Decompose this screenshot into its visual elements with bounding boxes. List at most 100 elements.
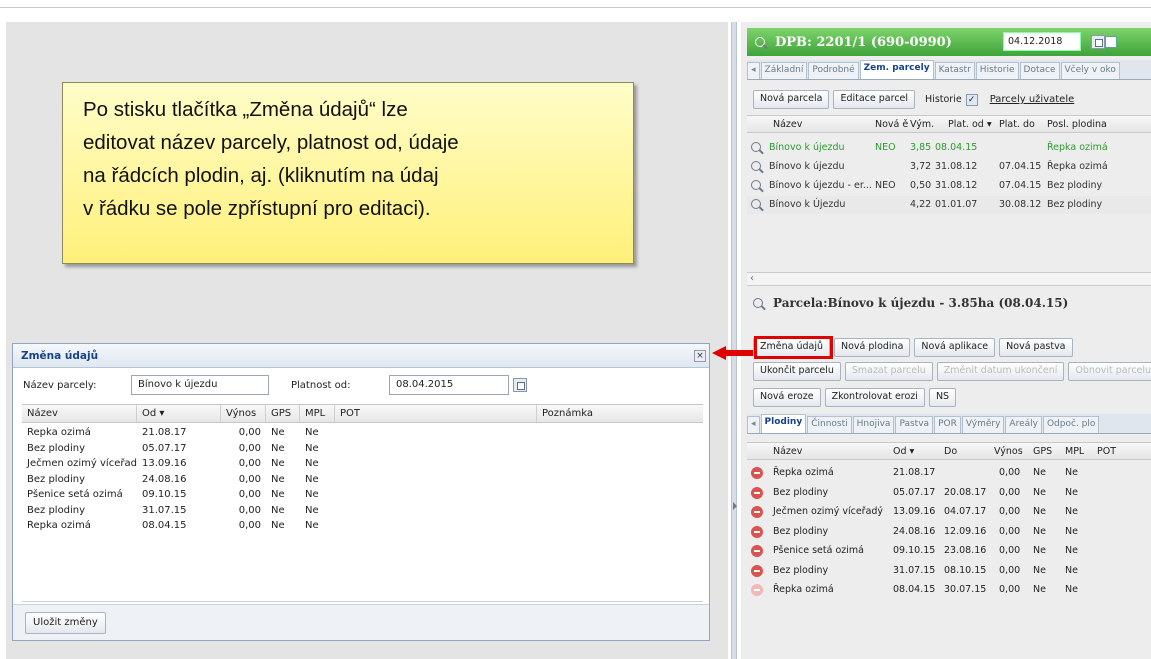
panel-splitter[interactable] <box>731 22 737 659</box>
table-cell[interactable]: Ne <box>300 474 335 485</box>
table-cell[interactable]: 0,00 <box>221 458 266 469</box>
table-cell[interactable]: 13.09.16 <box>137 458 221 469</box>
new-crop-button[interactable]: Nová plodina <box>834 338 911 357</box>
edit-parcels-button[interactable]: Editace parcel <box>833 90 916 109</box>
tab-scroll-left-icon[interactable]: ◂ <box>747 416 760 433</box>
col-header[interactable]: Vým. <box>910 119 934 130</box>
search-icon[interactable] <box>751 161 761 171</box>
close-icon[interactable]: × <box>694 350 706 362</box>
table-cell[interactable]: Ne <box>300 520 335 531</box>
col-header[interactable]: Od ▾ <box>137 405 221 423</box>
search-icon[interactable] <box>751 180 761 190</box>
valid-from-input[interactable]: 08.04.2015 <box>389 375 509 395</box>
table-row[interactable]: Ječmen ozimý víceřadý 13.09.16 0,00 Ne Ne <box>22 456 703 472</box>
search-icon[interactable] <box>755 37 765 47</box>
tab[interactable]: Výměry <box>961 416 1005 433</box>
col-header[interactable]: Posl. plodina <box>1047 119 1107 130</box>
search-icon[interactable] <box>753 298 763 308</box>
parcel-name-input[interactable]: Bínovo k újezdu <box>131 375 269 395</box>
table-cell[interactable]: Řepka ozimá <box>22 427 137 438</box>
new-parcel-button[interactable]: Nová parcela <box>753 90 830 109</box>
table-cell[interactable]: 0,00 <box>221 474 266 485</box>
col-header[interactable]: POT <box>1097 446 1116 457</box>
tab[interactable]: Včely v oko <box>1060 62 1120 79</box>
table-cell[interactable]: 0,00 <box>221 505 266 516</box>
tab[interactable]: Hnojiva <box>852 416 895 433</box>
table-cell[interactable]: Bez plodiny <box>22 443 137 454</box>
check-erosion-button[interactable]: Zkontrolovat erozi <box>824 388 925 407</box>
col-header[interactable]: GPS <box>1033 446 1052 457</box>
table-cell[interactable]: Ne <box>300 489 335 500</box>
tab[interactable]: Činnosti <box>807 416 852 433</box>
table-cell[interactable]: 08.04.15 <box>137 520 221 531</box>
table-cell[interactable]: Ne <box>266 427 300 438</box>
tab[interactable]: Historie <box>975 62 1019 79</box>
new-erosion-button[interactable]: Nová eroze <box>753 388 821 407</box>
tab[interactable]: Areály <box>1005 416 1042 433</box>
tab[interactable]: Odpoč. plo <box>1042 416 1100 433</box>
restore-parcel-button[interactable]: Obnovit parcelu <box>1068 362 1151 381</box>
table-row[interactable]: Bez plodiny 31.07.15 0,00 Ne Ne <box>22 503 703 519</box>
tab[interactable]: Základní <box>760 62 808 79</box>
calendar-icon[interactable] <box>513 378 527 392</box>
delete-parcel-button[interactable]: Smazat parcelu <box>844 362 933 381</box>
table-cell[interactable]: Ne <box>266 520 300 531</box>
table-row[interactable]: Řepka ozimá 21.08.17 0,00 Ne Ne <box>22 425 703 441</box>
table-cell[interactable]: 05.07.17 <box>137 443 221 454</box>
end-parcel-button[interactable]: Ukončit parcelu <box>753 362 841 381</box>
tab[interactable]: Podrobné <box>808 62 859 79</box>
save-changes-button[interactable]: Uložit změny <box>25 612 106 634</box>
table-cell[interactable]: Bez plodiny <box>22 474 137 485</box>
crop-row[interactable]: Bez plodiny 31.07.15 08.10.15 0,00 Ne Ne <box>747 562 1151 580</box>
search-icon[interactable] <box>751 142 761 152</box>
remove-icon[interactable] <box>751 564 763 577</box>
col-header[interactable]: Od ▾ <box>893 446 914 457</box>
remove-icon[interactable] <box>751 525 763 538</box>
tab-active[interactable]: Zem. parcely <box>859 60 934 79</box>
table-cell[interactable]: 31.07.15 <box>137 505 221 516</box>
col-header[interactable]: Výnos <box>221 405 266 423</box>
remove-icon[interactable] <box>751 506 763 518</box>
ns-button[interactable]: NS <box>928 388 957 407</box>
tab[interactable]: POR <box>934 416 961 433</box>
remove-icon[interactable] <box>751 545 763 557</box>
crop-row[interactable]: Bez plodiny 24.08.16 12.09.16 0,00 Ne Ne <box>747 523 1151 541</box>
table-cell[interactable]: 0,00 <box>221 427 266 438</box>
calendar-icon[interactable] <box>1091 35 1105 49</box>
table-row[interactable]: Řepka ozimá 08.04.15 0,00 Ne Ne <box>22 518 703 534</box>
table-cell[interactable]: 24.08.16 <box>137 474 221 485</box>
splitter-arrow-icon[interactable] <box>733 502 737 510</box>
tab-scroll-left-icon[interactable]: ◂ <box>747 62 760 79</box>
col-header[interactable]: Do <box>944 446 957 457</box>
table-cell[interactable]: Ne <box>266 474 300 485</box>
col-header[interactable]: Název <box>773 119 802 130</box>
header-date-input[interactable]: 04.12.2018 <box>1003 32 1081 51</box>
table-cell[interactable]: Ne <box>300 458 335 469</box>
crop-row[interactable]: Pšenice setá ozimá 09.10.15 23.08.16 0,00 Ne… <box>747 542 1151 560</box>
col-header[interactable]: Poznámka <box>537 405 703 423</box>
parcel-row[interactable]: Bínovo k újezdu 3,72 31.08.12 07.04.15 Řepka… <box>747 158 1151 176</box>
table-cell[interactable]: 0,00 <box>221 443 266 454</box>
table-cell[interactable]: 09.10.15 <box>137 489 221 500</box>
table-cell[interactable]: 0,00 <box>221 489 266 500</box>
crop-row[interactable]: Bez plodiny 05.07.17 20.08.17 0,00 Ne Ne <box>747 484 1151 502</box>
col-header[interactable]: Název <box>773 446 802 457</box>
col-header[interactable]: Název <box>22 405 137 423</box>
new-pasture-button[interactable]: Nová pastva <box>999 338 1073 357</box>
col-header[interactable]: GPS <box>266 405 300 423</box>
remove-icon[interactable] <box>751 467 763 479</box>
crop-row[interactable]: Řepka ozimá 21.08.17 0,00 Ne Ne <box>747 464 1151 482</box>
table-cell[interactable]: Ne <box>266 489 300 500</box>
search-icon[interactable] <box>751 199 761 209</box>
col-header[interactable]: MPL <box>1065 446 1084 457</box>
user-parcels-link[interactable]: Parcely uživatele <box>990 94 1075 105</box>
crop-row[interactable]: Ječmen ozimý víceřadý 13.09.16 04.07.17 0,0… <box>747 503 1151 521</box>
tab[interactable]: Katastr <box>934 62 975 79</box>
col-header[interactable]: MPL <box>300 405 335 423</box>
table-row[interactable]: Bez plodiny 24.08.16 0,00 Ne Ne <box>22 472 703 488</box>
parcel-row[interactable]: Bínovo k Újezdu 4,22 01.01.07 30.08.12 Bez p… <box>747 196 1151 214</box>
checkbox[interactable] <box>1105 36 1117 48</box>
table-cell[interactable]: Řepka ozimá <box>22 520 137 531</box>
tab[interactable]: Pastva <box>895 416 934 433</box>
table-cell[interactable]: Ne <box>266 443 300 454</box>
